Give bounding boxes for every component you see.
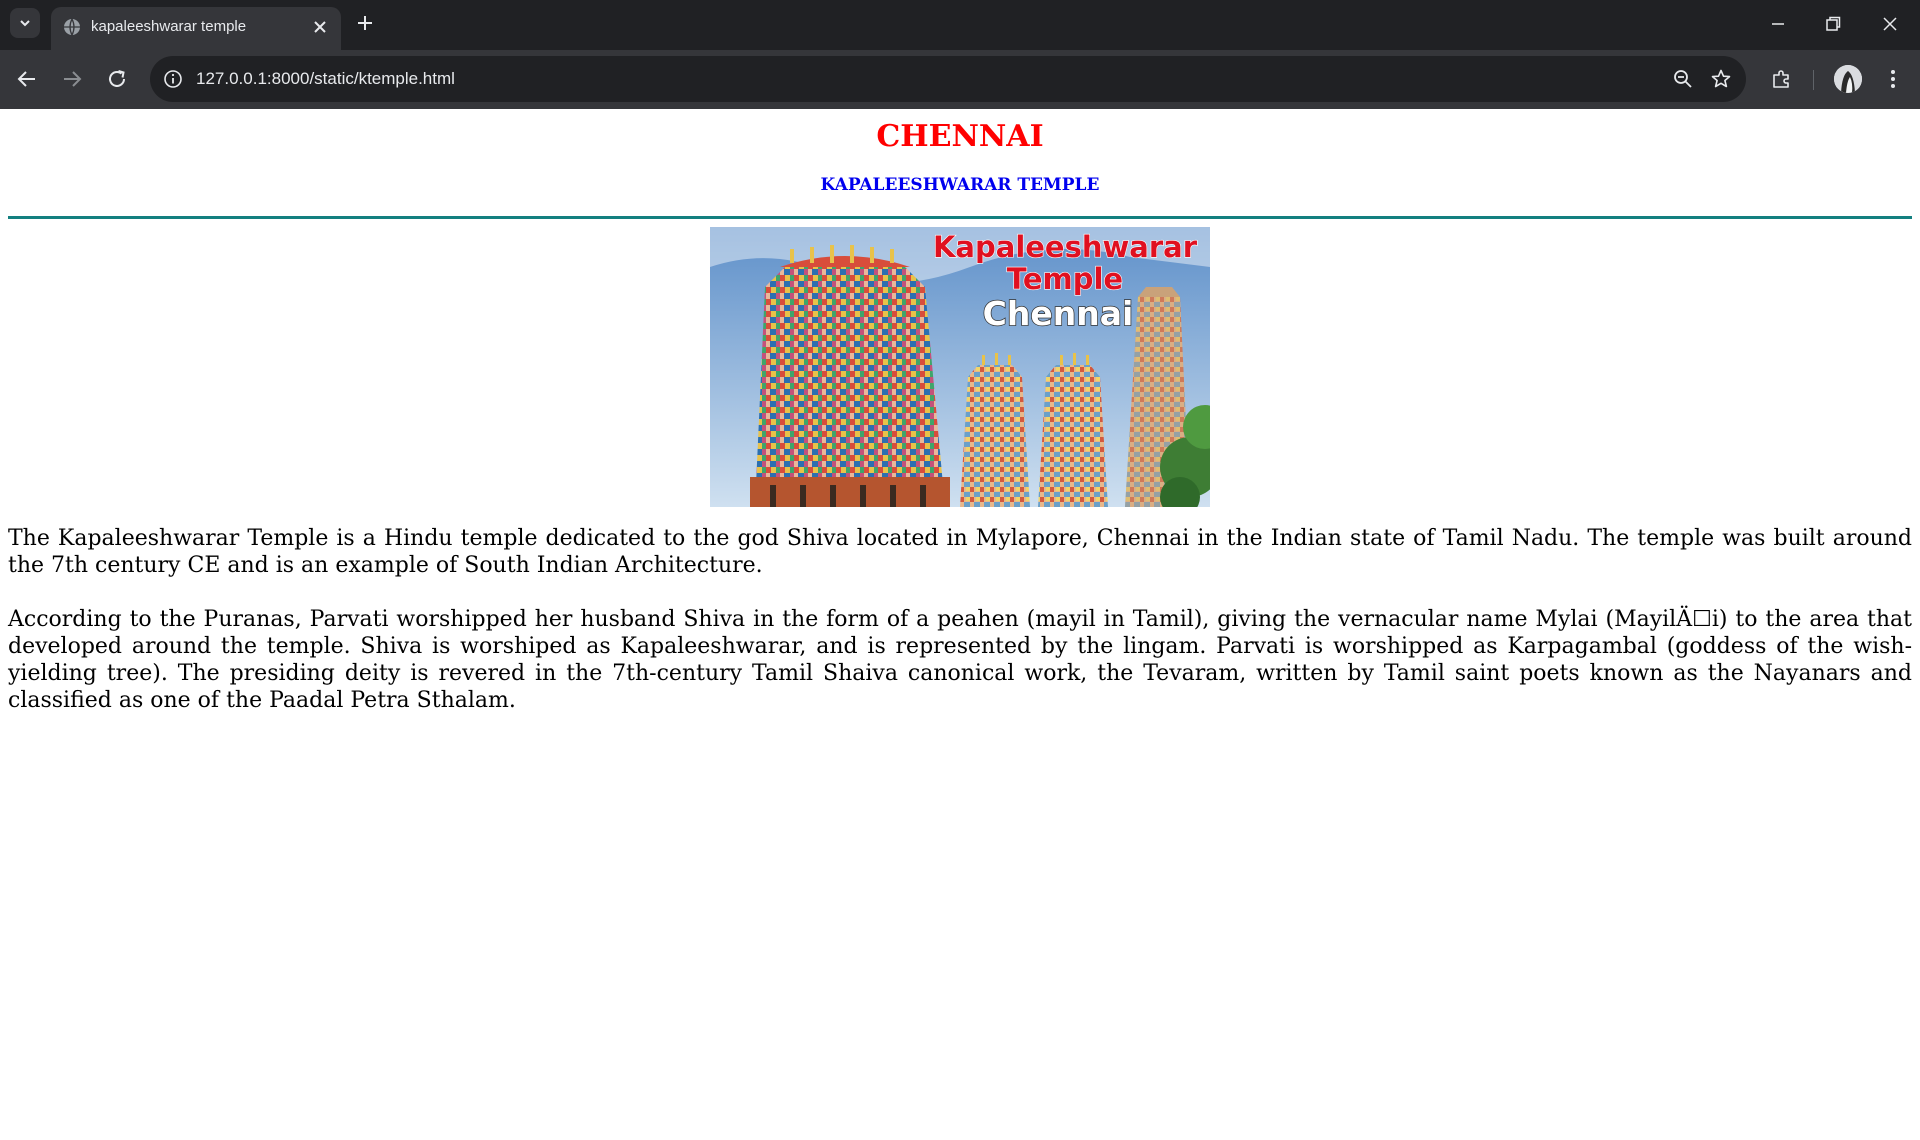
chevron-down-icon [20, 20, 30, 27]
globe-icon [64, 18, 80, 36]
tab-search-button[interactable] [10, 8, 40, 38]
puzzle-icon[interactable] [1770, 67, 1794, 91]
minimize-icon[interactable] [1768, 14, 1788, 34]
toolbar-separator [1813, 70, 1814, 90]
image-title-line1: Kapaleeshwarar [933, 230, 1198, 264]
page-content: CHENNAI KAPALEESHWARAR TEMPLE Kapaleeshw… [0, 109, 1920, 1140]
page-heading: CHENNAI [876, 119, 1044, 154]
forward-arrow-icon[interactable] [59, 66, 85, 92]
close-icon[interactable] [311, 18, 329, 36]
reload-icon[interactable] [104, 66, 130, 92]
kebab-menu-icon[interactable] [1882, 67, 1904, 91]
info-icon[interactable] [163, 69, 183, 89]
tab-strip: kapaleeshwarar temple [0, 0, 1920, 50]
url-text[interactable]: 127.0.0.1:8000/static/ktemple.html [196, 69, 455, 89]
image-subtitle: Chennai [983, 294, 1134, 333]
page-subheading: KAPALEESHWARAR TEMPLE [820, 175, 1100, 195]
active-tab[interactable]: kapaleeshwarar temple [51, 7, 341, 50]
window-close-icon[interactable] [1880, 14, 1900, 34]
restore-icon[interactable] [1823, 14, 1843, 34]
browser-toolbar: 127.0.0.1:8000/static/ktemple.html [0, 50, 1920, 109]
history-paragraph: According to the Puranas, Parvati worshi… [8, 607, 1912, 713]
address-bar[interactable]: 127.0.0.1:8000/static/ktemple.html [150, 56, 1746, 102]
horizontal-rule [8, 216, 1912, 219]
image-title-line2: Temple [1007, 262, 1123, 296]
back-arrow-icon[interactable] [14, 66, 40, 92]
profile-picture-icon [1834, 65, 1862, 93]
plus-icon[interactable] [354, 12, 376, 34]
temple-image: Kapaleeshwarar Temple Chennai [710, 227, 1210, 507]
avatar[interactable] [1834, 65, 1862, 93]
star-icon[interactable] [1710, 68, 1732, 90]
intro-paragraph: The Kapaleeshwarar Temple is a Hindu tem… [8, 526, 1912, 578]
tab-title: kapaleeshwarar temple [91, 18, 247, 35]
zoom-out-icon[interactable] [1672, 68, 1694, 90]
